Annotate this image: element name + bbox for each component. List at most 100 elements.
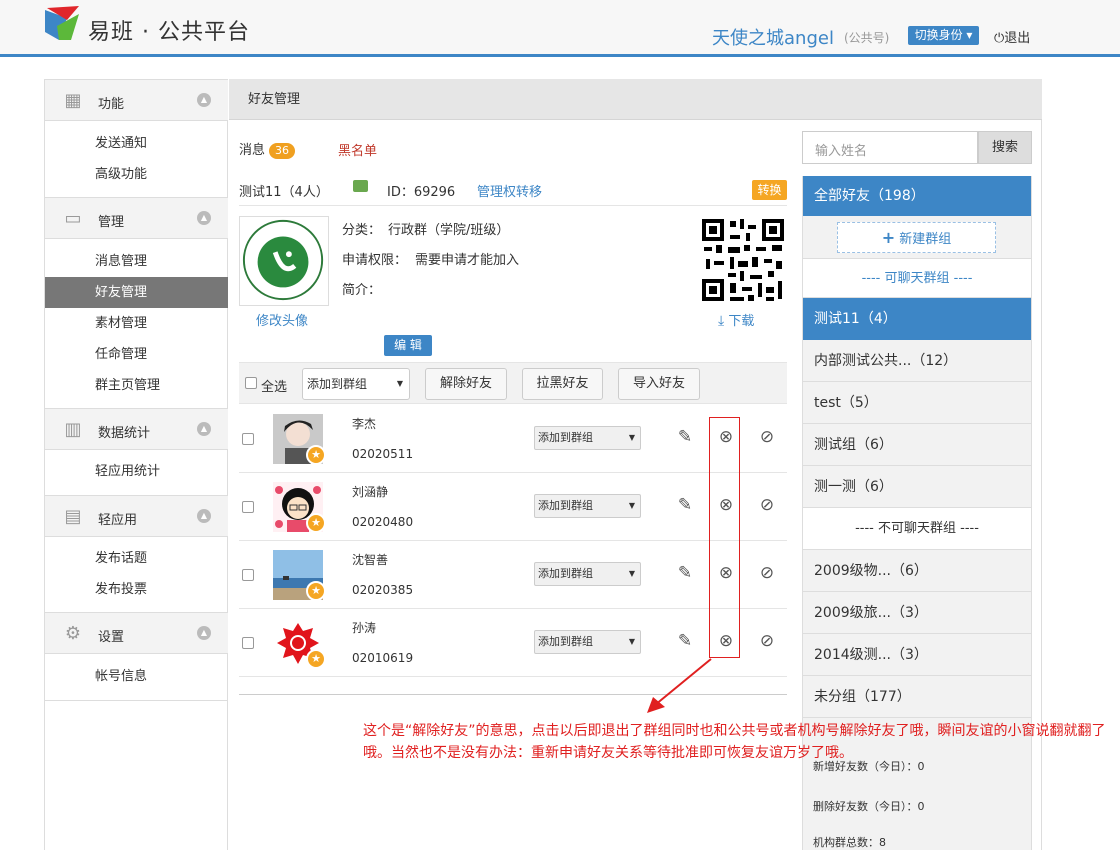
edit-pencil-icon[interactable]: ✎ — [675, 427, 695, 447]
brand-title: 易班 · 公共平台 — [88, 20, 250, 45]
group-id: ID：69296 — [387, 185, 456, 200]
new-group-button[interactable]: + 新建群组 — [837, 222, 996, 253]
friend-id: 02020480 — [352, 515, 414, 529]
collapse-icon[interactable]: ▲ — [197, 626, 211, 640]
star-icon: ★ — [306, 581, 326, 601]
qr-code-icon — [700, 217, 786, 303]
download-icon: ⤓ — [718, 313, 725, 329]
chevron-down-icon: ▼ — [396, 379, 403, 388]
remove-friend-button[interactable]: 解除好友 — [425, 368, 507, 400]
sidebar-section-manage[interactable]: ▭ 管理 ▲ — [45, 197, 228, 239]
chat-groups-header: ---- 可聊天群组 ---- — [803, 258, 1031, 298]
sidebar-item-send-notice[interactable]: 发送通知 — [45, 128, 228, 159]
select-all-label: 全选 — [261, 380, 288, 395]
bar-chart-icon: ▥ — [64, 419, 82, 440]
group-name: 测试11（4人） — [239, 185, 329, 200]
highlight-box — [709, 417, 740, 658]
stat-group-total: 机构群总数：8 — [813, 836, 886, 849]
friend-name: 孙涛 — [352, 621, 377, 635]
group-item[interactable]: 2009级旅...（3） — [803, 592, 1031, 634]
power-icon: ⏻ — [994, 31, 1005, 46]
sidebar-item-app-statistics[interactable]: 轻应用统计 — [45, 456, 228, 487]
select-all-checkbox[interactable] — [245, 377, 257, 389]
group-item[interactable]: 测试组（6） — [803, 424, 1031, 466]
plus-icon: + — [881, 228, 896, 247]
tab-blacklist[interactable]: 黑名单 — [338, 140, 377, 159]
row-checkbox[interactable] — [242, 637, 254, 649]
sidebar-item-material-manage[interactable]: 素材管理 — [45, 308, 228, 339]
collapse-icon[interactable]: ▲ — [197, 93, 211, 107]
sidebar-item-publish-topic[interactable]: 发布话题 — [45, 543, 228, 574]
chevron-down-icon: ▼ — [628, 501, 635, 510]
printer-icon: ▤ — [64, 506, 82, 527]
edit-button[interactable]: 编 辑 — [384, 335, 432, 356]
edit-pencil-icon[interactable]: ✎ — [675, 631, 695, 651]
user-name-link[interactable]: 天使之城angel — [712, 24, 834, 50]
edit-pencil-icon[interactable]: ✎ — [675, 563, 695, 583]
sidebar-item-appoint-manage[interactable]: 任命管理 — [45, 339, 228, 370]
friend-group-select[interactable]: 添加到群组 ▼ — [534, 562, 641, 586]
group-item[interactable]: 2009级物...（6） — [803, 550, 1031, 592]
collapse-icon[interactable]: ▲ — [197, 211, 211, 225]
group-item[interactable]: 未分组（177） — [803, 676, 1031, 718]
sidebar-section-settings[interactable]: ⚙ 设置 ▲ — [45, 612, 228, 654]
college-logo-icon — [242, 219, 324, 301]
sidebar-section-functions[interactable]: ▦ 功能 ▲ — [45, 79, 228, 121]
download-button[interactable]: ⤓ 下载 — [718, 310, 754, 329]
search-input[interactable]: 输入姓名 — [802, 131, 978, 164]
block-icon[interactable]: ⊘ — [757, 427, 777, 447]
sidebar-item-group-home-manage[interactable]: 群主页管理 — [45, 370, 228, 401]
friend-id: 02010619 — [352, 651, 414, 665]
sidebar-item-account-info[interactable]: 帐号信息 — [45, 661, 228, 692]
sidebar-item-publish-vote[interactable]: 发布投票 — [45, 574, 228, 605]
switch-identity-button[interactable]: 切换身份 ▾ — [908, 26, 979, 45]
sidebar-section-statistics[interactable]: ▥ 数据统计 ▲ — [45, 408, 228, 450]
tab-messages[interactable]: 消息 36 — [239, 139, 296, 159]
group-item[interactable]: 2014级测...（3） — [803, 634, 1031, 676]
chevron-down-icon: ▼ — [628, 637, 635, 646]
all-friends-item[interactable]: 全部好友（198） — [803, 176, 1031, 216]
block-icon[interactable]: ⊘ — [757, 631, 777, 651]
import-friend-button[interactable]: 导入好友 — [618, 368, 700, 400]
chevron-down-icon: ▼ — [628, 433, 635, 442]
account-type: (公共号) — [844, 31, 890, 45]
transfer-admin-link[interactable]: 管理权转移 — [477, 181, 542, 200]
change-avatar-link[interactable]: 修改头像 — [256, 310, 308, 329]
group-item-test11[interactable]: 测试11（4） — [803, 298, 1031, 340]
row-checkbox[interactable] — [242, 433, 254, 445]
friend-row: ★ 刘涵静 02020480 添加到群组 ▼ ✎ ⊗ ⊘ — [239, 473, 787, 541]
row-checkbox[interactable] — [242, 569, 254, 581]
annotation-arrow-icon — [647, 658, 712, 713]
row-checkbox[interactable] — [242, 501, 254, 513]
sidebar-item-friend-manage[interactable]: 好友管理 — [45, 277, 228, 308]
sidebar-section-light-app[interactable]: ▤ 轻应用 ▲ — [45, 495, 228, 537]
search-button[interactable]: 搜索 — [978, 131, 1032, 164]
group-item[interactable]: 内部测试公共...（12） — [803, 340, 1031, 382]
friend-id: 02020385 — [352, 583, 414, 597]
convert-button[interactable]: 转换 — [752, 180, 787, 200]
message-count-badge: 36 — [269, 143, 296, 159]
add-to-group-select[interactable]: 添加到群组 ▼ — [302, 368, 410, 400]
chat-bubble-icon[interactable] — [353, 180, 368, 192]
friend-group-select[interactable]: 添加到群组 ▼ — [534, 494, 641, 518]
collapse-icon[interactable]: ▲ — [197, 509, 211, 523]
block-icon[interactable]: ⊘ — [757, 495, 777, 515]
permission-value: 需要申请才能加入 — [415, 253, 520, 268]
logout-button[interactable]: ⏻退出 — [994, 27, 1030, 46]
collapse-icon[interactable]: ▲ — [197, 422, 211, 436]
group-item[interactable]: test（5） — [803, 382, 1031, 424]
category-label: 分类： — [342, 223, 382, 238]
intro-label: 简介： — [342, 283, 382, 298]
friend-group-select[interactable]: 添加到群组 ▼ — [534, 426, 641, 450]
block-friend-button[interactable]: 拉黑好友 — [522, 368, 603, 400]
star-icon: ★ — [306, 513, 326, 533]
sidebar: ▦ 功能 ▲ 发送通知 高级功能 ▭ 管理 ▲ 消息管理 好友管理 素材管理 任… — [44, 79, 228, 850]
block-icon[interactable]: ⊘ — [757, 563, 777, 583]
sidebar-item-message-manage[interactable]: 消息管理 — [45, 246, 228, 277]
group-item[interactable]: 测一测（6） — [803, 466, 1031, 508]
top-bar: 易班 · 公共平台 天使之城angel (公共号) 切换身份 ▾ ⏻退出 — [0, 0, 1120, 57]
friend-name: 刘涵静 — [352, 485, 389, 499]
sidebar-item-advanced[interactable]: 高级功能 — [45, 159, 228, 190]
friend-group-select[interactable]: 添加到群组 ▼ — [534, 630, 641, 654]
edit-pencil-icon[interactable]: ✎ — [675, 495, 695, 515]
